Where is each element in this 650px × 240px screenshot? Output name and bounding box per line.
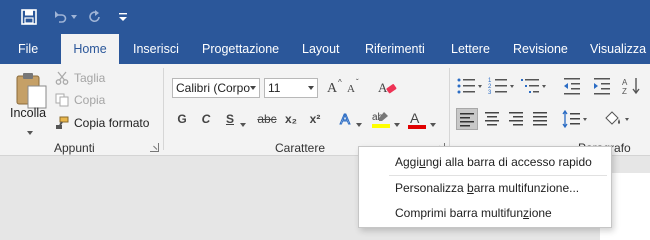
undo-dropdown-icon[interactable]	[68, 6, 80, 28]
paste-icon[interactable]	[14, 70, 50, 110]
shading-icon[interactable]	[602, 108, 632, 130]
svg-text:A: A	[622, 78, 628, 87]
numbering-icon[interactable]: 123	[488, 76, 516, 96]
chevron-down-icon	[250, 86, 256, 90]
paste-label[interactable]: Incolla	[10, 106, 46, 120]
decrease-indent-icon[interactable]	[562, 76, 582, 96]
underline-button[interactable]: S	[222, 109, 238, 129]
underline-dropdown-icon[interactable]	[240, 116, 246, 130]
menu-item-add-to-qat[interactable]: Aggiungi alla barra di accesso rapido	[359, 150, 611, 174]
svg-text:Z: Z	[622, 87, 627, 96]
svg-text:A: A	[410, 110, 420, 126]
align-center-icon[interactable]	[482, 109, 502, 129]
group-separator	[163, 68, 164, 150]
superscript-button[interactable]: x²	[306, 109, 324, 129]
undo-icon[interactable]	[50, 6, 68, 28]
highlight-icon[interactable]: ab	[370, 108, 392, 130]
copy-button[interactable]: Copia	[54, 92, 105, 108]
svg-text:ˇ: ˇ	[356, 78, 359, 87]
copy-icon	[54, 92, 70, 108]
menu-item-text: Comprimi barra multifun	[395, 206, 524, 220]
tab-insert[interactable]: Inserisci	[123, 34, 189, 64]
format-painter-button[interactable]: Copia formato	[54, 115, 149, 131]
align-right-icon[interactable]	[506, 109, 526, 129]
scissors-icon	[54, 70, 70, 86]
svg-text:A: A	[378, 80, 388, 95]
ribbon-context-menu: Aggiungi alla barra di accesso rapido Pe…	[358, 146, 612, 228]
cut-button[interactable]: Taglia	[54, 70, 105, 86]
increase-indent-icon[interactable]	[592, 76, 612, 96]
clear-formatting-icon[interactable]: A	[376, 76, 398, 98]
svg-text:A: A	[340, 111, 350, 128]
tab-design[interactable]: Progettazione	[192, 34, 289, 64]
menu-item-accelerator: u	[419, 155, 426, 169]
font-size-combo[interactable]: 11	[264, 78, 318, 98]
bullets-icon[interactable]	[456, 76, 484, 96]
tab-view[interactable]: Visualizza	[580, 34, 650, 64]
align-left-icon	[460, 113, 474, 127]
sort-icon[interactable]: AZ	[622, 76, 646, 96]
quick-access-toolbar	[0, 0, 650, 34]
tab-home[interactable]: Home	[61, 34, 119, 64]
tab-mailings[interactable]: Lettere	[441, 34, 500, 64]
clipboard-launcher-icon[interactable]	[150, 143, 159, 152]
copy-label: Copia	[74, 93, 106, 107]
format-painter-icon	[54, 115, 70, 131]
text-effects-icon[interactable]: A	[338, 108, 358, 129]
ribbon-tabs: File Home Inserisci Progettazione Layout…	[0, 34, 650, 64]
font-name-value: Calibri (Corpo	[176, 81, 251, 95]
paste-dropdown-icon[interactable]	[27, 124, 33, 138]
tab-file[interactable]: File	[8, 34, 48, 64]
menu-item-text: Aggi	[395, 155, 420, 169]
redo-icon[interactable]	[86, 6, 104, 28]
font-color-icon[interactable]: A	[406, 108, 428, 130]
svg-text:3: 3	[488, 90, 492, 96]
subscript-button[interactable]: x₂	[282, 109, 300, 129]
menu-item-accelerator: b	[467, 181, 474, 195]
svg-text:A: A	[347, 83, 355, 95]
grow-shrink-font-icons[interactable]: A ^ A ˇ	[326, 76, 366, 98]
font-color-dropdown-icon[interactable]	[430, 116, 436, 130]
menu-item-collapse-ribbon[interactable]: Comprimi barra multifunzione	[359, 201, 611, 225]
svg-text:^: ^	[338, 78, 342, 87]
font-name-combo[interactable]: Calibri (Corpo	[172, 78, 260, 98]
tab-references[interactable]: Riferimenti	[355, 34, 435, 64]
multilevel-list-icon[interactable]	[520, 76, 548, 96]
font-group-label: Carattere	[275, 141, 326, 155]
tab-layout[interactable]: Layout	[292, 34, 350, 64]
menu-item-text: ngi alla barra di accesso rapido	[425, 155, 592, 169]
customize-qat-icon[interactable]	[116, 6, 130, 28]
justify-icon[interactable]	[530, 109, 550, 129]
highlight-dropdown-icon[interactable]	[394, 116, 400, 130]
text-effects-dropdown-icon[interactable]	[356, 116, 362, 130]
italic-button[interactable]: C	[198, 109, 214, 129]
font-size-value: 11	[268, 81, 281, 95]
cut-label: Taglia	[74, 71, 106, 85]
group-separator	[449, 68, 450, 150]
menu-item-text: Personalizza	[395, 181, 468, 195]
align-left-button[interactable]	[456, 108, 478, 130]
svg-text:A: A	[327, 81, 338, 96]
line-spacing-icon[interactable]	[562, 109, 590, 129]
bold-button[interactable]: G	[174, 109, 190, 129]
strikethrough-button[interactable]: abc	[256, 109, 278, 129]
format-painter-label: Copia formato	[74, 116, 150, 130]
ribbon: Incolla Taglia Copia Copia formato Appun…	[0, 64, 650, 156]
clipboard-group-label: Appunti	[54, 141, 95, 155]
chevron-down-icon	[308, 86, 314, 90]
menu-item-text: ione	[529, 206, 552, 220]
menu-item-customize-ribbon[interactable]: Personalizza barra multifunzione...	[359, 176, 611, 200]
tab-review[interactable]: Revisione	[503, 34, 578, 64]
save-icon[interactable]	[18, 6, 40, 28]
menu-item-text: arra multifunzione...	[473, 181, 580, 195]
